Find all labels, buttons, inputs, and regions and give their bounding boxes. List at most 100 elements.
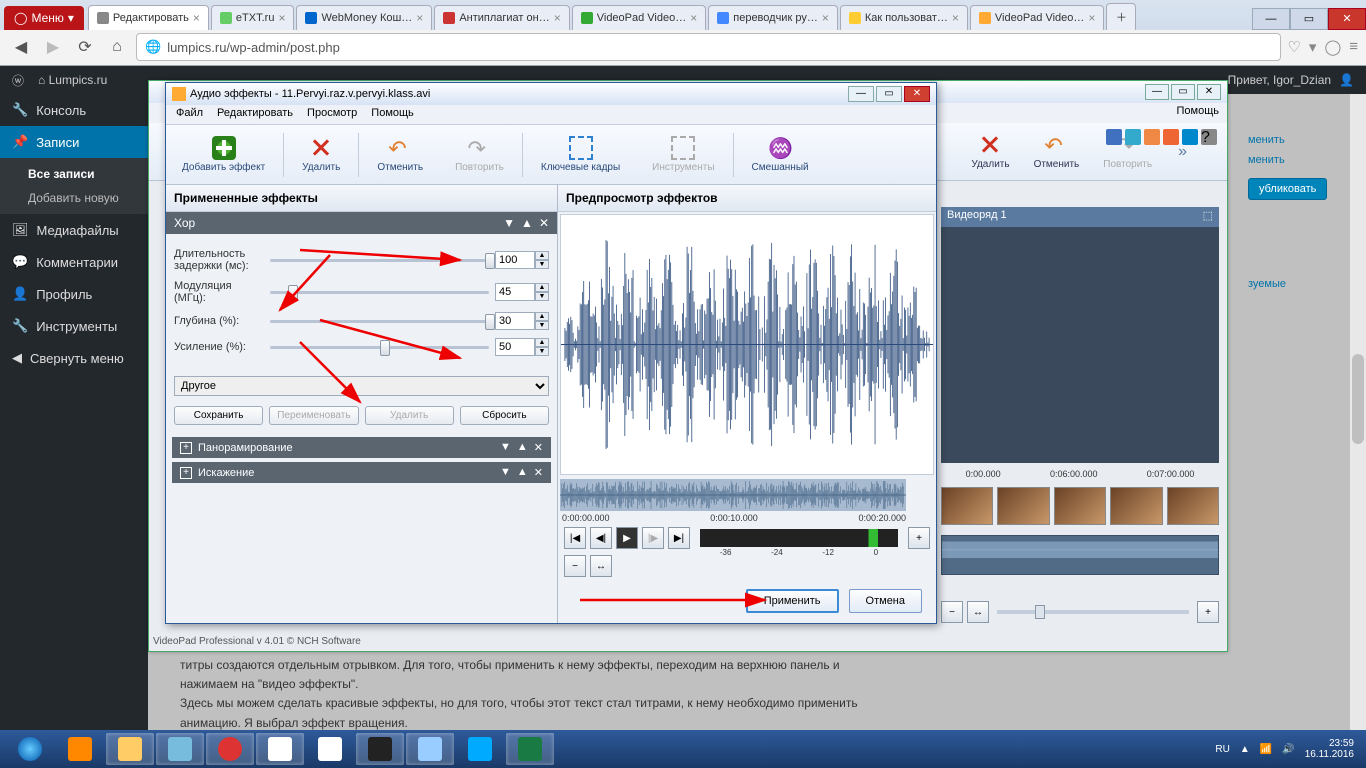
menu-help[interactable]: Помощь	[1177, 105, 1220, 121]
browser-tab[interactable]: WebMoney Кош…×	[296, 5, 432, 30]
triangle-up-icon[interactable]: ▲	[517, 466, 528, 479]
spin-down-icon[interactable]: ▼	[535, 347, 549, 356]
dialog-titlebar[interactable]: Аудио эффекты - 11.Pervyi.raz.v.pervyi.k…	[166, 83, 936, 105]
window-minimize-icon[interactable]: —	[1145, 84, 1169, 100]
menu-icon[interactable]: ≡	[1349, 38, 1358, 56]
skip-end-button[interactable]: ▶|	[668, 527, 690, 549]
spin-up-icon[interactable]: ▲	[535, 312, 549, 321]
browser-tab[interactable]: VideoPad Video…×	[970, 5, 1105, 30]
spin-up-icon[interactable]: ▲	[535, 251, 549, 260]
gain-input[interactable]	[495, 338, 535, 356]
close-icon[interactable]: ×	[1088, 11, 1095, 25]
expand-icon[interactable]: +	[180, 442, 192, 454]
link-text[interactable]: зуемые	[1246, 274, 1356, 294]
sidebar-sub-all-posts[interactable]: Все записи	[0, 162, 148, 186]
greeting-text[interactable]: Привет, Igor_Dzian	[1228, 73, 1331, 87]
heart-icon[interactable]: ♡	[1287, 38, 1300, 56]
window-minimize-icon[interactable]: —	[848, 86, 874, 102]
sidebar-item-tools[interactable]: 🔧 Инструменты	[0, 310, 148, 342]
taskbar-item[interactable]	[306, 733, 354, 765]
network-icon[interactable]: 📶	[1260, 744, 1272, 755]
spin-down-icon[interactable]: ▼	[535, 292, 549, 301]
more-icon[interactable]: »	[1178, 143, 1187, 161]
delay-slider[interactable]	[270, 252, 489, 268]
tool-undo[interactable]: Отменить	[361, 132, 439, 177]
taskbar-item[interactable]	[356, 733, 404, 765]
language-indicator[interactable]: RU	[1215, 744, 1229, 755]
home-button[interactable]: ⌂	[104, 34, 130, 60]
skip-start-button[interactable]: |◀	[564, 527, 586, 549]
close-icon[interactable]: ✕	[534, 441, 543, 454]
timeline-ruler[interactable]: 0:00.000 0:06:00.000 0:07:00.000	[941, 469, 1219, 485]
triangle-up-icon[interactable]: ▲	[521, 216, 533, 230]
close-icon[interactable]: ×	[554, 11, 561, 25]
step-back-button[interactable]: ◀|	[590, 527, 612, 549]
modulation-input[interactable]	[495, 283, 535, 301]
sidebar-collapse[interactable]: ◀ Свернуть меню	[0, 342, 148, 374]
window-maximize-icon[interactable]: ▭	[1290, 8, 1328, 30]
apply-button[interactable]: Применить	[746, 589, 839, 613]
menu-help[interactable]: Помощь	[371, 107, 414, 122]
start-button[interactable]	[6, 733, 54, 765]
tool-mixed[interactable]: Смешанный	[736, 132, 825, 177]
sidebar-item-posts[interactable]: 📌 Записи	[0, 126, 148, 158]
new-tab-button[interactable]: ＋	[1106, 3, 1136, 30]
close-icon[interactable]: ×	[416, 11, 423, 25]
menu-edit[interactable]: Редактировать	[217, 107, 293, 122]
video-thumbnails[interactable]	[941, 487, 1219, 525]
close-icon[interactable]: ×	[952, 11, 959, 25]
depth-input[interactable]	[495, 312, 535, 330]
address-bar[interactable]: 🌐 lumpics.ru/wp-admin/post.php	[136, 33, 1281, 61]
zoom-out-button[interactable]: −	[941, 601, 963, 623]
effect-collapsed-distortion[interactable]: + Искажение ▼▲✕	[172, 462, 551, 483]
opera-badge-icon[interactable]: ◯	[1324, 38, 1341, 56]
back-button[interactable]: ◀	[8, 34, 34, 60]
social-icons[interactable]: ?	[1106, 129, 1217, 145]
browser-tab[interactable]: переводчик ру…×	[708, 5, 838, 30]
play-button[interactable]: ▶	[616, 527, 638, 549]
audio-track[interactable]	[941, 535, 1219, 575]
spin-down-icon[interactable]: ▼	[535, 260, 549, 269]
sidebar-item-console[interactable]: 🔧 Консоль	[0, 94, 148, 126]
triangle-up-icon[interactable]: ▲	[517, 441, 528, 454]
preset-select[interactable]: Другое	[174, 376, 549, 396]
clock[interactable]: 23:59 16.11.2016	[1305, 738, 1354, 760]
link-text[interactable]: менить	[1246, 130, 1356, 150]
taskbar-item[interactable]	[156, 733, 204, 765]
browser-tab[interactable]: Антиплагиат он…×	[434, 5, 569, 30]
wordpress-icon[interactable]: ⓦ	[12, 72, 24, 89]
delay-input[interactable]	[495, 251, 535, 269]
fit-button[interactable]: ↔	[967, 601, 989, 623]
waveform-overview[interactable]	[560, 479, 906, 511]
depth-slider[interactable]	[270, 313, 489, 329]
taskbar-item[interactable]	[256, 733, 304, 765]
triangle-down-icon[interactable]: ▼	[500, 441, 511, 454]
gain-slider[interactable]	[270, 339, 489, 355]
spin-up-icon[interactable]: ▲	[535, 283, 549, 292]
window-close-icon[interactable]: ✕	[1328, 8, 1366, 30]
taskbar-item[interactable]	[456, 733, 504, 765]
taskbar-item[interactable]	[106, 733, 154, 765]
tray-icon[interactable]: ▲	[1240, 744, 1250, 755]
triangle-down-icon[interactable]: ▼	[500, 466, 511, 479]
close-icon[interactable]: ✕	[534, 466, 543, 479]
waveform-preview[interactable]	[560, 214, 934, 475]
browser-tab[interactable]: Как пользоват…×	[840, 5, 968, 30]
menu-file[interactable]: Файл	[176, 107, 203, 122]
effect-header-chorus[interactable]: Хор ▼▲✕	[166, 212, 557, 234]
zoom-slider[interactable]	[997, 610, 1189, 614]
tool-delete[interactable]: Удалить	[963, 131, 1017, 172]
close-icon[interactable]: ×	[822, 11, 829, 25]
cancel-button[interactable]: Отмена	[849, 589, 922, 613]
window-close-icon[interactable]: ✕	[1197, 84, 1221, 100]
site-home-link[interactable]: ⌂ Lumpics.ru	[38, 73, 107, 87]
volume-icon[interactable]: 🔊	[1282, 744, 1294, 755]
close-icon[interactable]: ✕	[539, 216, 549, 230]
zoom-in-button[interactable]: +	[1197, 601, 1219, 623]
tool-keyframes[interactable]: Ключевые кадры	[525, 132, 636, 177]
fit-button[interactable]: ↔	[590, 555, 612, 577]
reload-button[interactable]: ⟳	[72, 34, 98, 60]
close-icon[interactable]: ×	[690, 11, 697, 25]
taskbar-item[interactable]	[56, 733, 104, 765]
publish-button[interactable]: убликовать	[1248, 178, 1327, 200]
